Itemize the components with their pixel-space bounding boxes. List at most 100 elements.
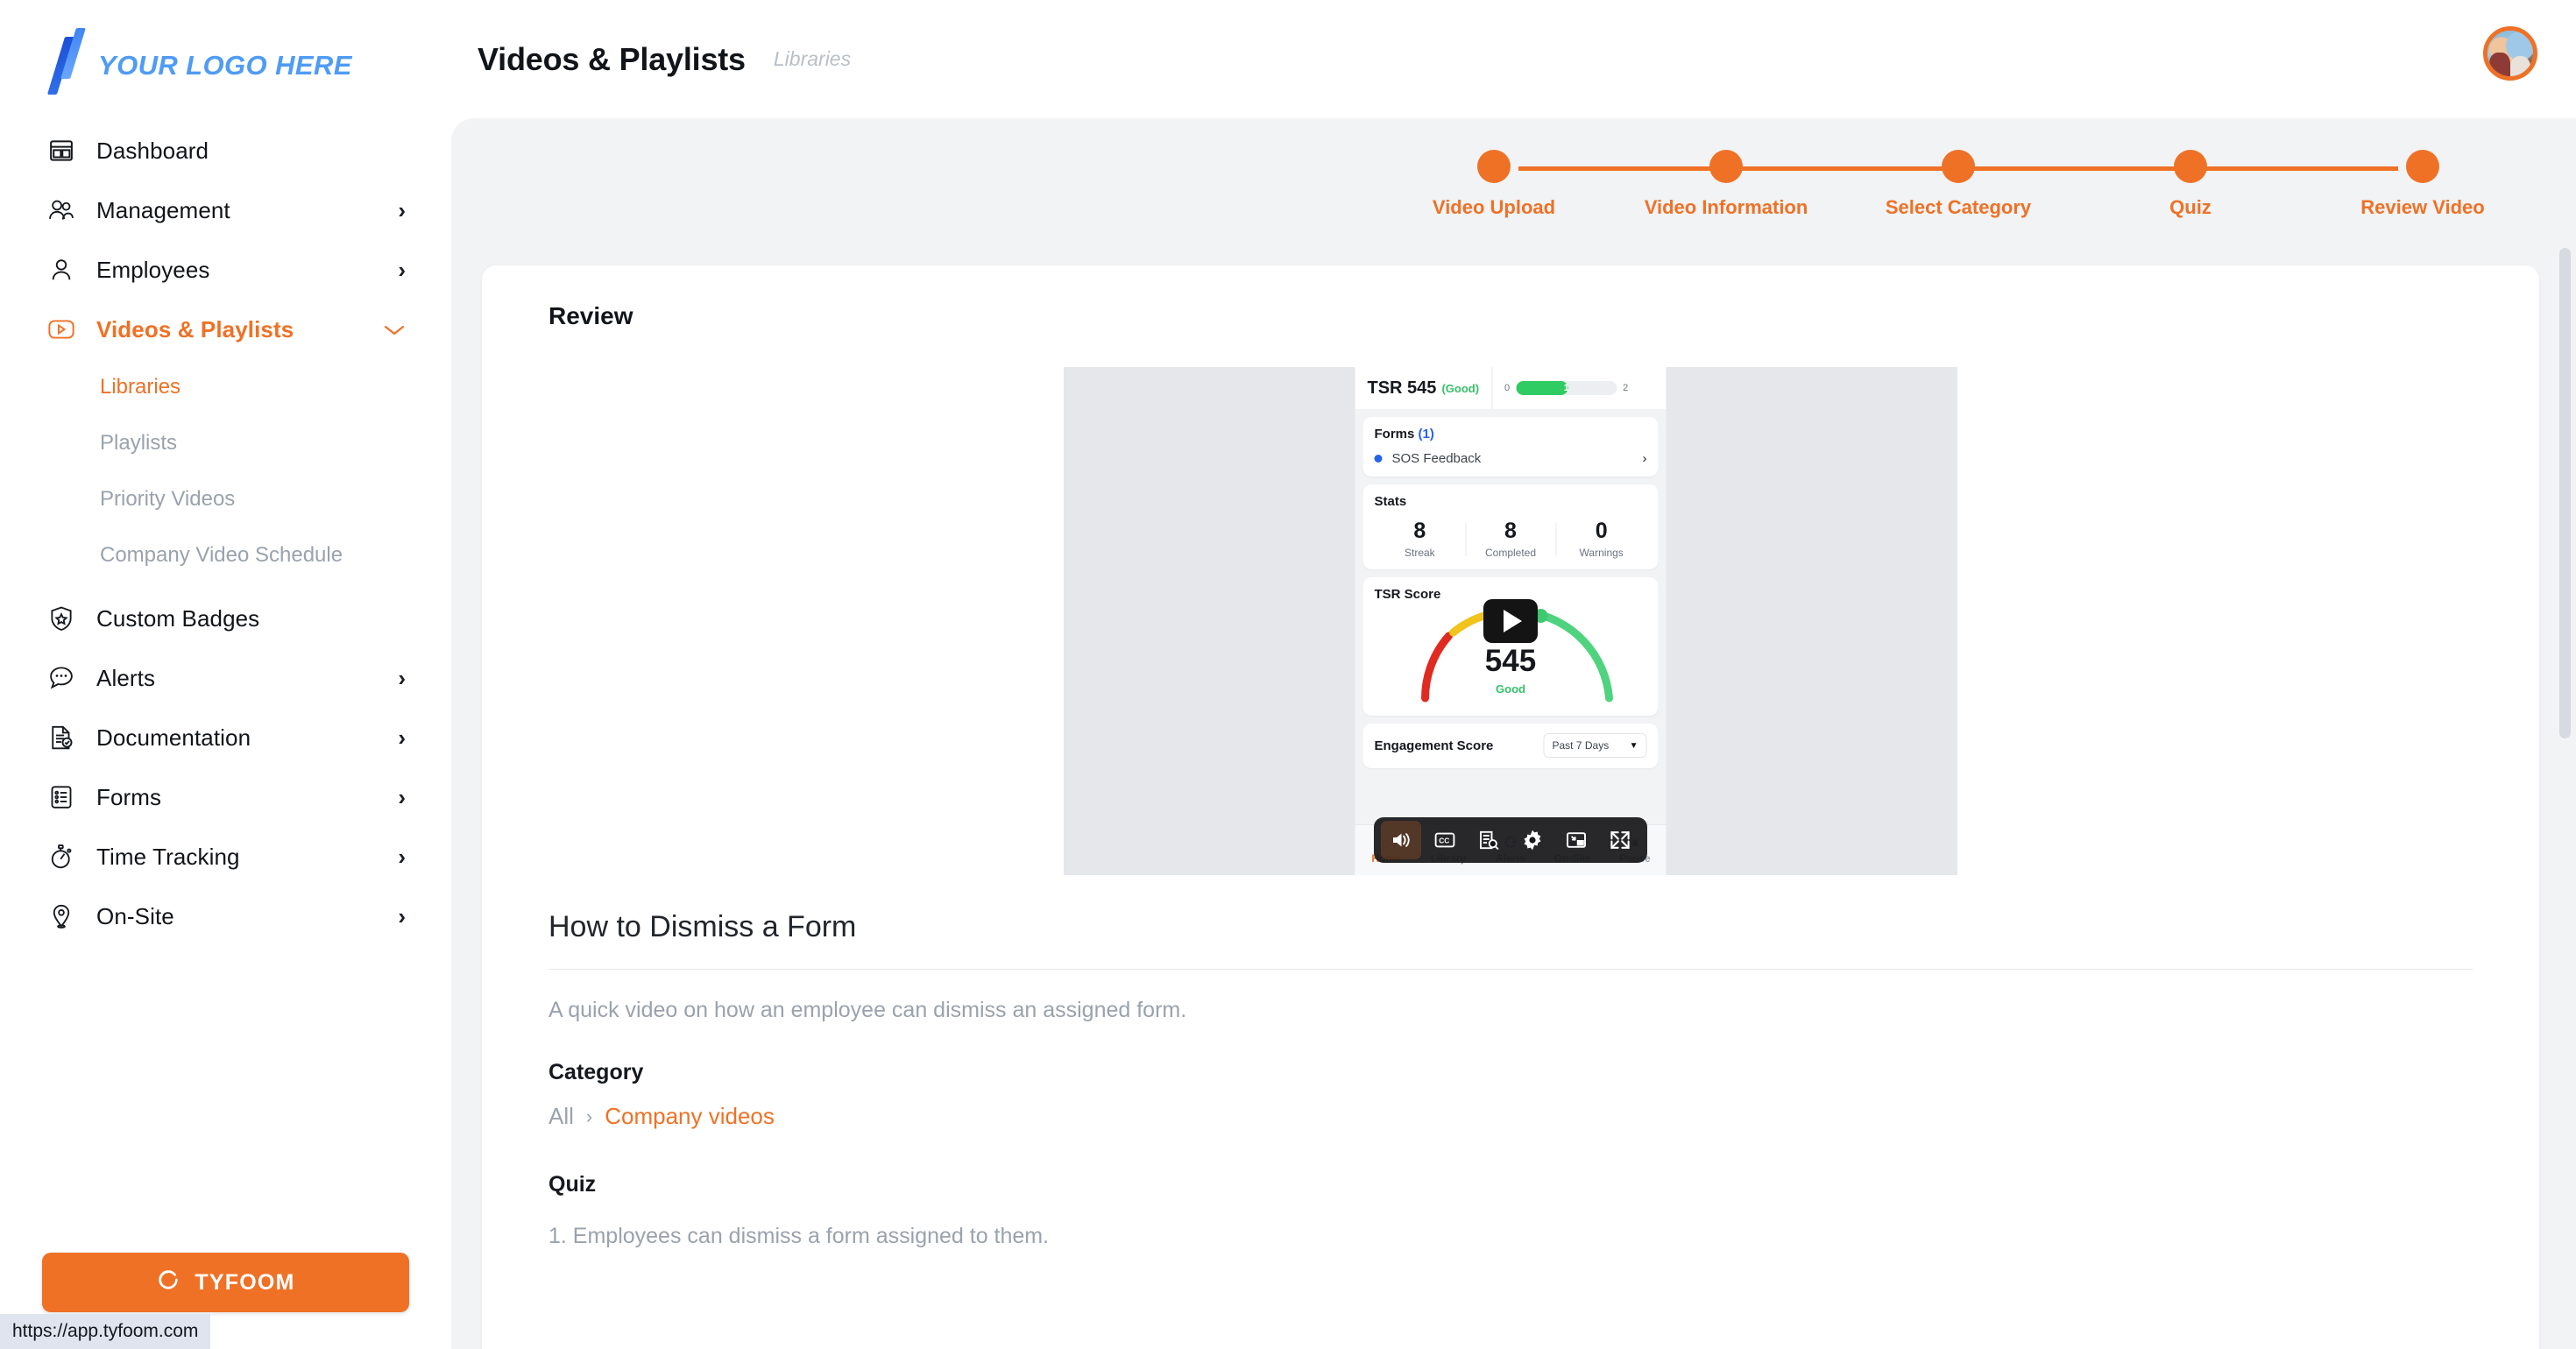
forms-card: Forms (1) SOS Feedback › — [1362, 417, 1659, 477]
form-list-item[interactable]: SOS Feedback › — [1374, 451, 1647, 466]
sidebar-item-label: Dashboard — [96, 137, 209, 164]
stat-value: 0 — [1595, 519, 1608, 543]
forms-title-text: Forms — [1374, 427, 1415, 441]
sidebar-item-priority-videos[interactable]: Priority Videos — [0, 471, 451, 527]
progress-min: 0 — [1504, 383, 1511, 393]
step-dot-icon — [2174, 150, 2207, 183]
sidebar-item-libraries[interactable]: Libraries — [0, 359, 451, 415]
divider — [548, 969, 2473, 970]
stat-warnings: 0 Warnings — [1555, 519, 1647, 559]
video-description: A quick video on how an employee can dis… — [548, 998, 1187, 1022]
category-root[interactable]: All — [548, 1103, 574, 1130]
chevron-down-icon: ▼ — [1629, 740, 1638, 751]
sidebar-item-label: On-Site — [96, 902, 174, 929]
tsr-score-value: 545 — [1484, 644, 1537, 679]
step-label: Review Video — [2360, 196, 2485, 218]
engagement-range-select[interactable]: Past 7 Days ▼ — [1543, 733, 1647, 759]
video-title: How to Dismiss a Form — [548, 910, 857, 943]
avatar[interactable] — [2483, 26, 2537, 81]
step-label: Video Information — [1644, 196, 1808, 218]
stats-card: Stats 8 Streak 8 Completed 0 Warnings — [1362, 484, 1659, 570]
step-dot-icon — [1709, 150, 1743, 183]
category-breadcrumb: All › Company videos — [548, 1103, 2473, 1130]
sidebar-item-label: Management — [96, 196, 230, 223]
settings-button[interactable] — [1512, 821, 1553, 859]
status-bar-url: https://app.tyfoom.com — [0, 1314, 211, 1349]
video-preview[interactable]: TSR 545 (Good) 0 1 2 Forms (1) SOS Feedb… — [1064, 367, 1957, 875]
stat-value: 8 — [1413, 519, 1426, 543]
divider — [1491, 367, 1493, 409]
users-icon — [42, 197, 81, 223]
sidebar-subitem-label: Company Video Schedule — [100, 543, 343, 567]
chevron-right-icon: › — [398, 903, 406, 929]
tsr-header: TSR 545 (Good) 0 1 2 — [1355, 367, 1667, 409]
sidebar-item-label: Custom Badges — [96, 604, 260, 632]
document-check-icon — [42, 724, 81, 751]
volume-button[interactable] — [1381, 821, 1421, 859]
progress-value: 1 — [1563, 383, 1569, 393]
step-dot-icon — [1942, 150, 1975, 183]
sidebar-item-alerts[interactable]: Alerts › — [0, 648, 451, 708]
chevron-right-icon: › — [398, 724, 406, 751]
sidebar-item-playlists[interactable]: Playlists — [0, 415, 451, 471]
video-play-icon — [42, 318, 81, 341]
tsr-score-card: TSR Score 545 Good — [1362, 577, 1659, 717]
top-bar: Videos & Playlists Libraries — [451, 0, 2576, 118]
sidebar-item-company-video-schedule[interactable]: Company Video Schedule — [0, 527, 451, 583]
fullscreen-button[interactable] — [1600, 821, 1640, 859]
dashboard-icon — [42, 138, 81, 164]
breadcrumb: Libraries — [773, 47, 852, 70]
transcript-search-button[interactable] — [1468, 821, 1509, 859]
sidebar-item-videos-playlists[interactable]: Videos & Playlists — [0, 300, 451, 359]
sidebar-subitem-label: Playlists — [100, 431, 178, 455]
sidebar-item-dashboard[interactable]: Dashboard — [0, 121, 451, 180]
sidebar-item-custom-badges[interactable]: Custom Badges — [0, 589, 451, 648]
sidebar-item-management[interactable]: Management › — [0, 180, 451, 240]
engagement-range-value: Past 7 Days — [1552, 739, 1610, 752]
chevron-right-icon: › — [585, 1105, 593, 1127]
quiz-question: 1. Employees can dismiss a form assigned… — [548, 1224, 1050, 1248]
map-pin-icon — [42, 903, 81, 929]
main-area: Videos & Playlists Libraries Video Uploa… — [451, 0, 2576, 1349]
page-title: Videos & Playlists — [478, 40, 746, 77]
quiz-heading: Quiz — [548, 1172, 597, 1197]
category-heading: Category — [548, 1060, 644, 1084]
stat-value: 8 — [1504, 519, 1517, 543]
chat-dots-icon — [42, 666, 81, 690]
sidebar-item-on-site[interactable]: On-Site › — [0, 886, 451, 946]
stepper: Video Upload Video Information Select Ca… — [451, 118, 2576, 258]
status-bar-url-text: https://app.tyfoom.com — [12, 1321, 199, 1341]
logo-mark-icon — [46, 28, 86, 95]
sidebar-nav: Dashboard Management › Employees › Video… — [0, 105, 451, 946]
shield-star-icon — [42, 605, 81, 632]
stopwatch-icon — [42, 844, 81, 870]
vertical-scrollbar[interactable] — [2559, 248, 2571, 738]
stats-card-title: Stats — [1374, 494, 1407, 509]
user-icon — [42, 257, 81, 283]
chevron-right-icon: › — [398, 784, 406, 810]
tsr-progress-bar: 1 — [1516, 381, 1617, 395]
step-dot-icon — [1477, 150, 1511, 183]
sidebar-item-label: Videos & Playlists — [96, 315, 294, 343]
video-play-button[interactable] — [1483, 599, 1538, 643]
logo[interactable]: YOUR LOGO HERE — [0, 0, 451, 105]
sidebar-item-time-tracking[interactable]: Time Tracking › — [0, 827, 451, 886]
sidebar-item-forms[interactable]: Forms › — [0, 767, 451, 827]
sidebar-item-documentation[interactable]: Documentation › — [0, 708, 451, 767]
stat-streak: 8 Streak — [1375, 519, 1466, 560]
closed-captions-button[interactable]: CC — [1425, 821, 1465, 859]
tyfoom-button[interactable]: TYFOOM — [42, 1253, 409, 1312]
chevron-down-icon — [383, 318, 406, 341]
picture-in-picture-button[interactable] — [1556, 821, 1596, 859]
chevron-right-icon: › — [1642, 451, 1647, 466]
forms-count: (1) — [1418, 427, 1434, 441]
step-label: Select Category — [1885, 196, 2032, 218]
tsr-score-rating: Good — [1496, 682, 1525, 696]
tsr-header-label: TSR 545 — [1367, 378, 1437, 398]
category-current[interactable]: Company videos — [605, 1103, 775, 1130]
sidebar-item-employees[interactable]: Employees › — [0, 240, 451, 300]
review-heading: Review — [548, 302, 633, 329]
video-controls-bar: CC — [1374, 817, 1647, 863]
app-root: YOUR LOGO HERE Dashboard Management › Em… — [0, 0, 2576, 1349]
tsr-header-status: (Good) — [1441, 381, 1480, 395]
